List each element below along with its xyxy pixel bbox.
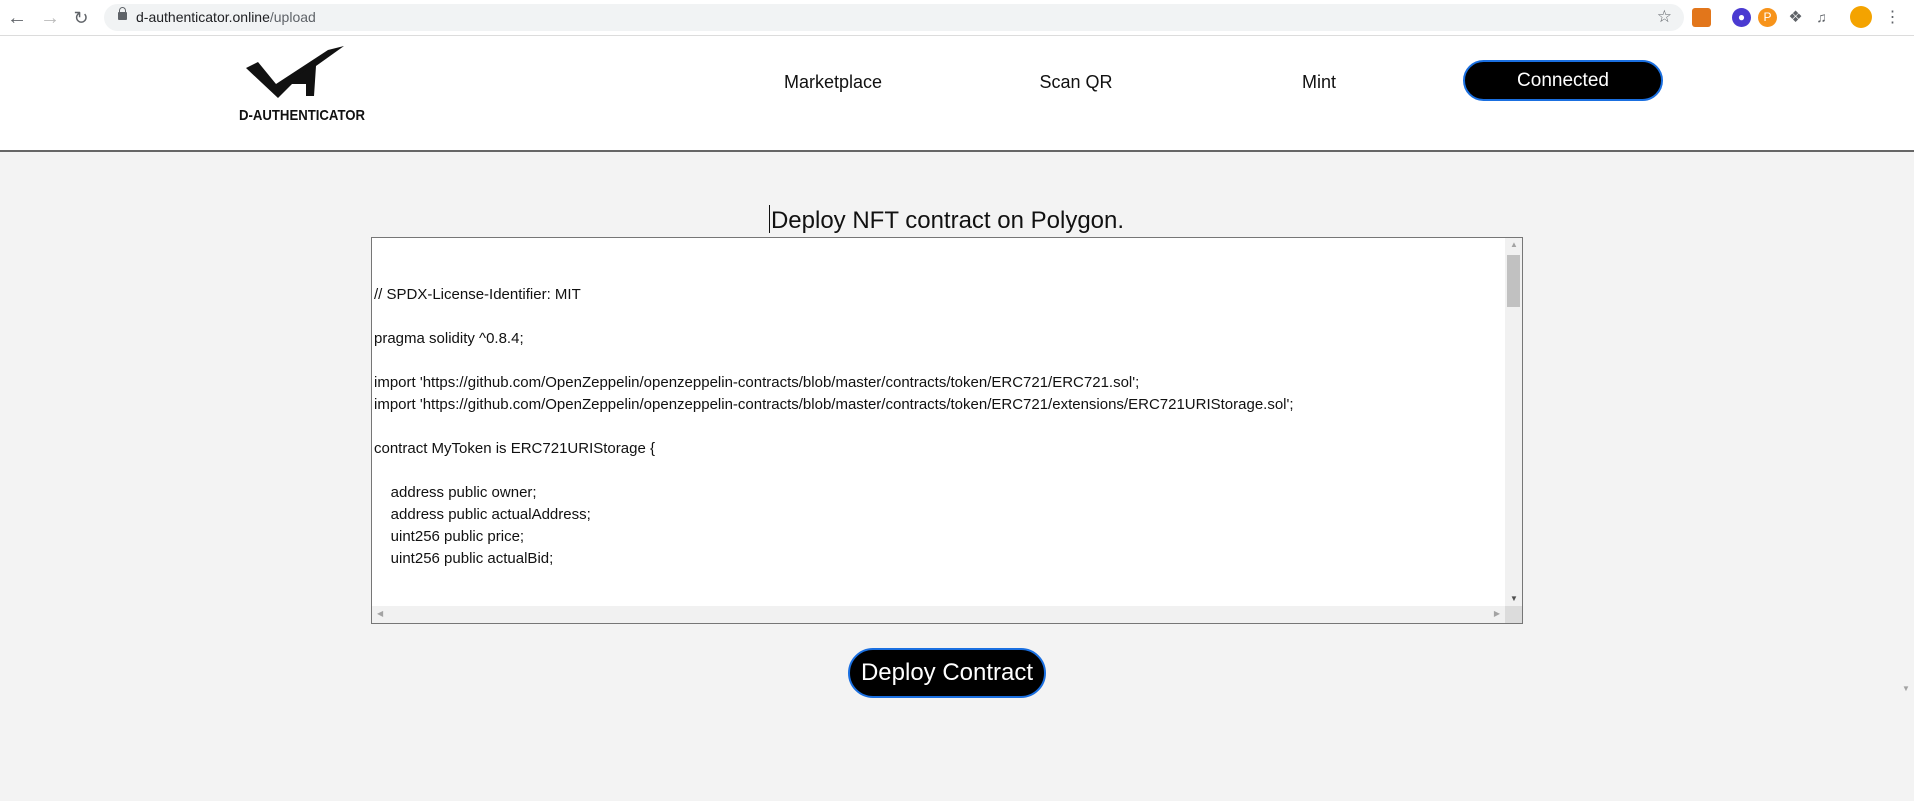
vertical-scrollbar[interactable]: ▲ ▼ <box>1505 238 1522 606</box>
nav-scan-qr[interactable]: Scan QR <box>1039 72 1112 93</box>
extension-p-icon[interactable]: P <box>1758 8 1777 27</box>
scroll-down-icon[interactable]: ▼ <box>1510 594 1518 603</box>
url-path: /upload <box>269 9 316 25</box>
deploy-contract-button[interactable]: Deploy Contract <box>848 648 1046 698</box>
text-cursor <box>768 205 770 233</box>
scroll-right-icon[interactable]: ▶ <box>1494 609 1500 618</box>
menu-icon[interactable]: ⋮ <box>1883 8 1902 27</box>
metamask-icon[interactable] <box>1692 8 1711 27</box>
extension-ghost-icon[interactable]: ● <box>1732 8 1751 27</box>
scroll-up-icon[interactable]: ▲ <box>1510 240 1518 249</box>
profile-avatar[interactable] <box>1850 6 1872 28</box>
back-icon[interactable]: ← <box>6 7 28 29</box>
logo-mark-icon: D-AUTHENTICATOR <box>239 46 365 124</box>
url-text[interactable]: d-authenticator.online/upload <box>136 9 316 25</box>
lock-icon <box>118 7 127 20</box>
connect-wallet-button[interactable]: Connected <box>1463 60 1663 101</box>
scrollbar-thumb[interactable] <box>1507 255 1520 307</box>
horizontal-scrollbar[interactable]: ◀ ▶ <box>372 606 1505 623</box>
contract-code[interactable]: // SPDX-License-Identifier: MIT pragma s… <box>374 240 1505 606</box>
address-bar[interactable]: d-authenticator.online/upload ☆ <box>104 4 1684 31</box>
forward-icon[interactable]: → <box>39 7 61 29</box>
media-icon[interactable]: ♫ <box>1812 8 1831 27</box>
browser-toolbar: ← → ↻ d-authenticator.online/upload ☆ ● … <box>0 0 1914 36</box>
page-title: Deploy NFT contract on Polygon. <box>770 207 1125 234</box>
site-header: D-AUTHENTICATOR Marketplace Scan QR Mint… <box>0 36 1914 152</box>
nav-mint[interactable]: Mint <box>1302 72 1336 93</box>
nav-marketplace[interactable]: Marketplace <box>784 72 882 93</box>
logo-text: D-AUTHENTICATOR <box>239 107 365 124</box>
page-title-wrap: Deploy NFT contract on Polygon. <box>0 205 1893 235</box>
star-icon[interactable]: ☆ <box>1657 7 1672 27</box>
reload-icon[interactable]: ↻ <box>70 7 92 29</box>
resize-corner[interactable] <box>1505 606 1522 623</box>
site-logo[interactable]: D-AUTHENTICATOR <box>236 46 368 124</box>
scroll-left-icon[interactable]: ◀ <box>377 609 383 618</box>
page-scroll-down-icon[interactable]: ▼ <box>1902 684 1910 693</box>
puzzle-icon[interactable]: ❖ <box>1786 8 1805 27</box>
contract-code-textarea[interactable]: // SPDX-License-Identifier: MIT pragma s… <box>371 237 1523 624</box>
url-host: d-authenticator.online <box>136 9 270 25</box>
